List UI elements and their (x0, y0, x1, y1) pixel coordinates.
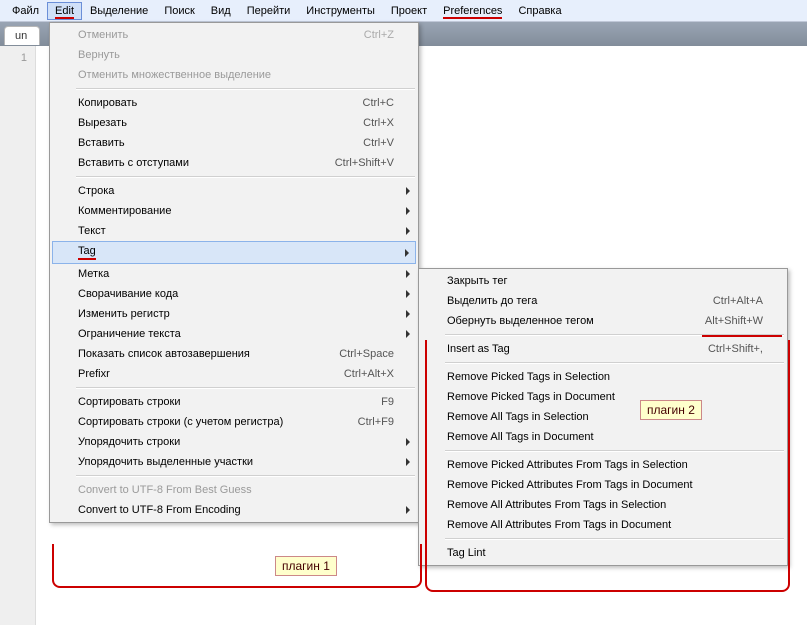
submenu-arrow-icon (405, 249, 409, 257)
submenu-arrow-icon (406, 270, 410, 278)
menu-separator (76, 387, 415, 389)
mi-permute-sel[interactable]: Упорядочить выделенные участки (52, 452, 416, 472)
mi-rm-attr-all-sel[interactable]: Remove All Attributes From Tags in Selec… (421, 495, 785, 515)
mi-sort-case[interactable]: Сортировать строки (с учетом регистра)Ct… (52, 412, 416, 432)
line-number: 1 (0, 52, 27, 64)
submenu-arrow-icon (406, 290, 410, 298)
submenu-arrow-icon (406, 458, 410, 466)
mi-paste[interactable]: ВставитьCtrl+V (52, 133, 416, 153)
submenu-arrow-icon (406, 438, 410, 446)
annotation-plugin1: плагин 1 (275, 556, 337, 576)
mi-convert-guess[interactable]: Convert to UTF-8 From Best Guess (52, 480, 416, 500)
mi-rm-attr-picked-doc[interactable]: Remove Picked Attributes From Tags in Do… (421, 475, 785, 495)
mi-line[interactable]: Строка (52, 181, 416, 201)
menu-tools[interactable]: Инструменты (298, 2, 383, 20)
mi-wrap[interactable]: Ограничение текста (52, 324, 416, 344)
mi-rm-all-doc[interactable]: Remove All Tags in Document (421, 427, 785, 447)
mi-copy[interactable]: КопироватьCtrl+C (52, 93, 416, 113)
mi-tag-lint[interactable]: Tag Lint (421, 543, 785, 563)
mi-text[interactable]: Текст (52, 221, 416, 241)
menu-separator (445, 450, 784, 452)
menu-project[interactable]: Проект (383, 2, 435, 20)
menu-help[interactable]: Справка (510, 2, 569, 20)
menu-view[interactable]: Вид (203, 2, 239, 20)
mi-code-fold[interactable]: Сворачивание кода (52, 284, 416, 304)
mi-autocomplete[interactable]: Показать список автозавершенияCtrl+Space (52, 344, 416, 364)
menu-separator (76, 176, 415, 178)
mi-rm-all-sel[interactable]: Remove All Tags in Selection (421, 407, 785, 427)
menu-separator (445, 334, 784, 336)
mi-case[interactable]: Изменить регистр (52, 304, 416, 324)
file-tab[interactable]: un (4, 26, 40, 45)
mi-rm-picked-doc[interactable]: Remove Picked Tags in Document (421, 387, 785, 407)
mi-rm-attr-picked-sel[interactable]: Remove Picked Attributes From Tags in Se… (421, 455, 785, 475)
mi-close-tag[interactable]: Закрыть тег (421, 271, 785, 291)
mi-convert-enc[interactable]: Convert to UTF-8 From Encoding (52, 500, 416, 520)
mi-undo[interactable]: ОтменитьCtrl+Z (52, 25, 416, 45)
edit-dropdown: ОтменитьCtrl+Z Вернуть Отменить множеств… (49, 22, 419, 523)
menu-find[interactable]: Поиск (156, 2, 202, 20)
menu-selection[interactable]: Выделение (82, 2, 156, 20)
mi-mark[interactable]: Метка (52, 264, 416, 284)
mi-redo[interactable]: Вернуть (52, 45, 416, 65)
mi-paste-indent[interactable]: Вставить с отступамиCtrl+Shift+V (52, 153, 416, 173)
mi-tag[interactable]: Tag (52, 241, 416, 264)
mi-rm-picked-sel[interactable]: Remove Picked Tags in Selection (421, 367, 785, 387)
mi-permute-lines[interactable]: Упорядочить строки (52, 432, 416, 452)
mi-wrap-sel[interactable]: Обернуть выделенное тегомAlt+Shift+W (421, 311, 785, 331)
mi-rm-attr-all-doc[interactable]: Remove All Attributes From Tags in Docum… (421, 515, 785, 535)
submenu-arrow-icon (406, 310, 410, 318)
mi-sort[interactable]: Сортировать строкиF9 (52, 392, 416, 412)
menu-goto[interactable]: Перейти (239, 2, 299, 20)
line-gutter: 1 (0, 46, 36, 625)
mi-cut[interactable]: ВырезатьCtrl+X (52, 113, 416, 133)
submenu-arrow-icon (406, 506, 410, 514)
mi-insert-tag[interactable]: Insert as TagCtrl+Shift+, (421, 339, 785, 359)
menu-separator (76, 475, 415, 477)
menu-edit[interactable]: Edit (47, 2, 82, 20)
mi-comment[interactable]: Комментирование (52, 201, 416, 221)
menu-separator (445, 362, 784, 364)
mi-expand-sel[interactable]: Выделить до тегаCtrl+Alt+A (421, 291, 785, 311)
menu-separator (445, 538, 784, 540)
menu-preferences[interactable]: Preferences (435, 2, 510, 20)
menu-separator (76, 88, 415, 90)
submenu-arrow-icon (406, 330, 410, 338)
mi-prefixr[interactable]: PrefixrCtrl+Alt+X (52, 364, 416, 384)
submenu-arrow-icon (406, 227, 410, 235)
submenu-arrow-icon (406, 187, 410, 195)
submenu-arrow-icon (406, 207, 410, 215)
mi-undo-multi[interactable]: Отменить множественное выделение (52, 65, 416, 85)
menu-file[interactable]: Файл (4, 2, 47, 20)
menubar: Файл Edit Выделение Поиск Вид Перейти Ин… (0, 0, 807, 22)
tag-submenu: Закрыть тег Выделить до тегаCtrl+Alt+A О… (418, 268, 788, 566)
annotation-plugin2: плагин 2 (640, 400, 702, 420)
